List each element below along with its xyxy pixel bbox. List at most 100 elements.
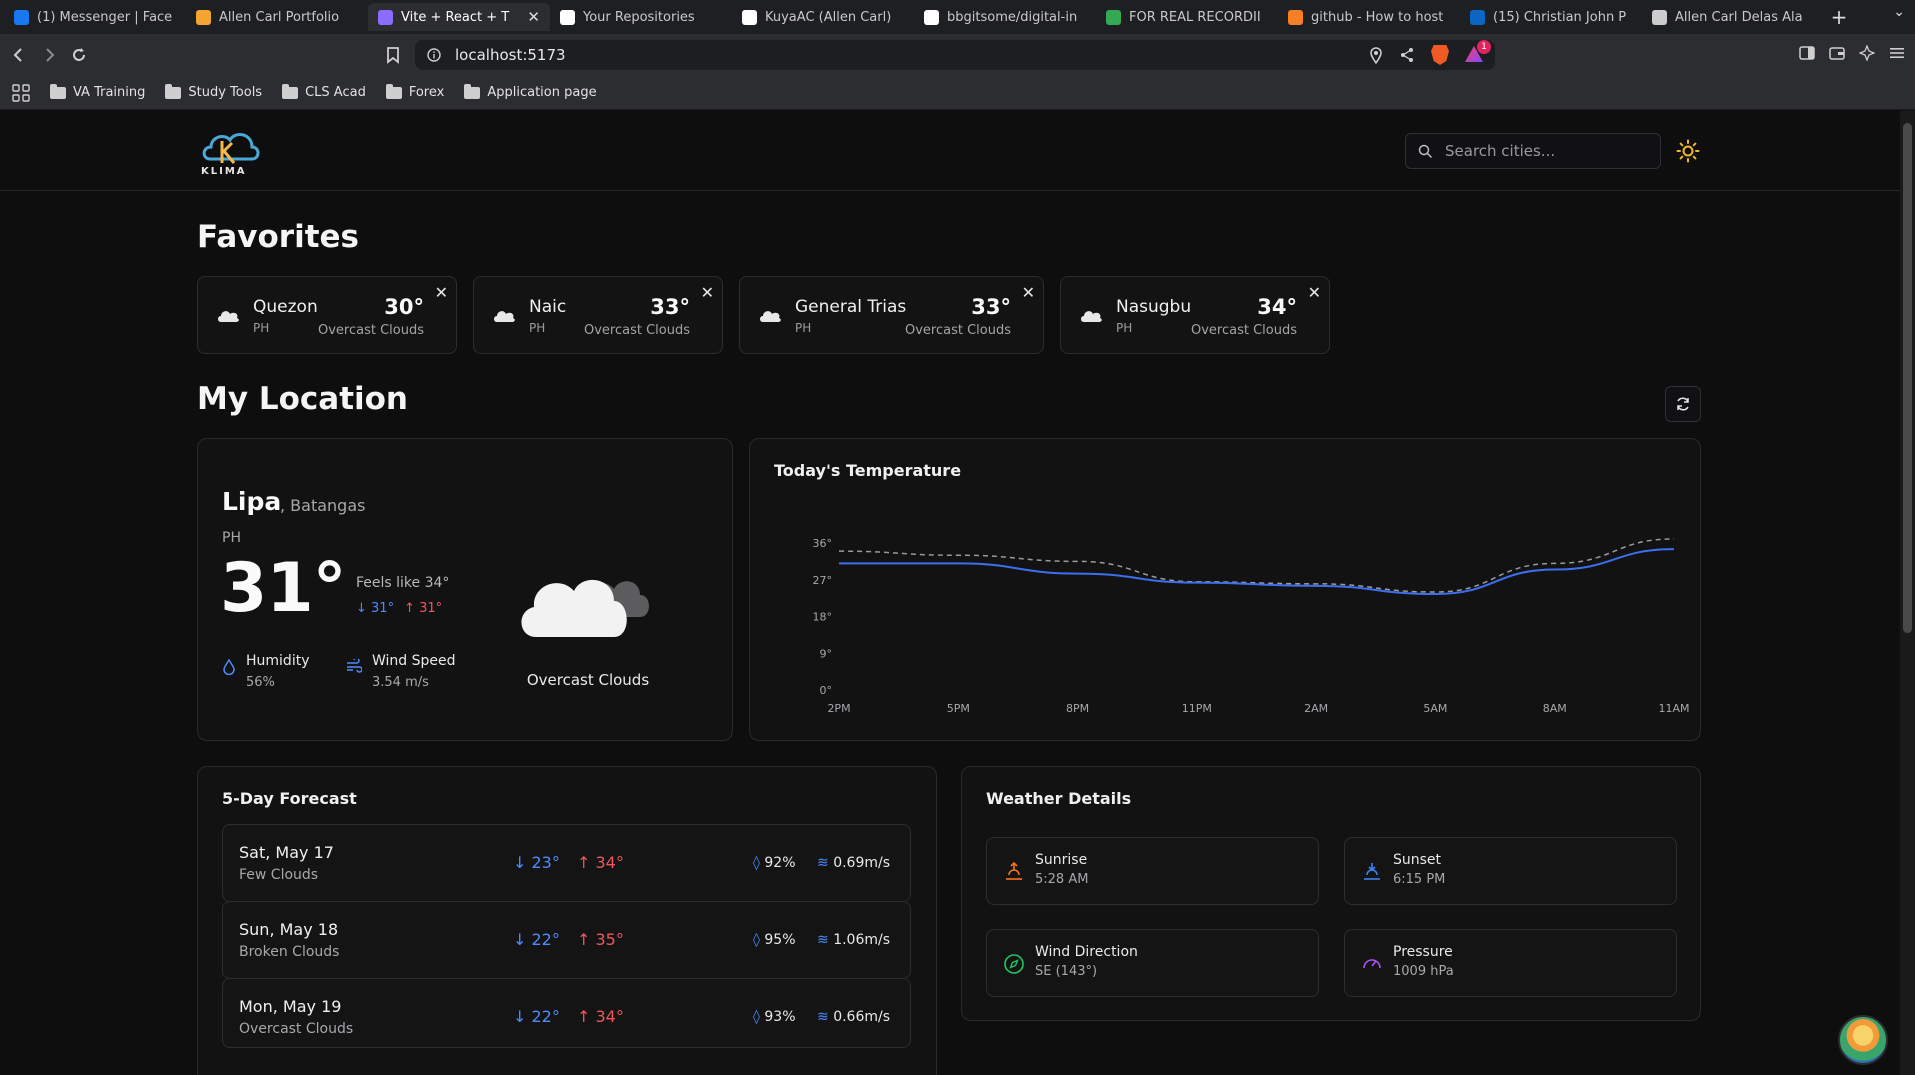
folder-icon <box>50 83 66 99</box>
address-bar-actions: 1 <box>1369 40 1491 65</box>
compass-icon <box>1004 954 1024 974</box>
apps-grid-icon[interactable] <box>12 83 30 102</box>
tab-title: KuyaAC (Allen Carl) <box>765 9 892 25</box>
favorite-card-general-trias[interactable]: General Trias PH 33° Overcast Clouds ✕ <box>739 276 1044 354</box>
remove-favorite-close-icon[interactable]: ✕ <box>435 283 448 302</box>
bookmark-folder-forex[interactable]: Forex <box>378 81 453 104</box>
bookmark-page-button[interactable] <box>378 40 408 70</box>
floating-avatar-button[interactable] <box>1838 1015 1888 1065</box>
humidity-droplet-icon <box>223 659 235 675</box>
city-search-input[interactable]: Search cities... <box>1405 133 1661 169</box>
share-icon[interactable] <box>1399 47 1415 63</box>
browser-tab[interactable]: Your Repositories <box>550 3 732 31</box>
forward-arrow-icon <box>46 48 55 62</box>
folder-icon <box>165 83 182 99</box>
weather-app: KLIMA Search cities... Favorites Quezon … <box>0 111 1900 1075</box>
search-placeholder: Search cities... <box>1445 142 1556 160</box>
weather-details-card: Weather Details Sunrise 5:28 AM Sunset 6:15… <box>961 766 1701 1021</box>
wallet-icon[interactable] <box>1829 45 1845 61</box>
url-text[interactable]: localhost:5173 <box>455 46 566 64</box>
new-tab-button[interactable]: + <box>1824 3 1854 31</box>
favorite-temp: 30° <box>384 295 424 319</box>
x-tick-label: 5PM <box>947 702 970 715</box>
humidity-label: Humidity <box>246 653 310 669</box>
bookmark-folder-cls-acad[interactable]: CLS Acad <box>274 81 374 104</box>
forecast-desc: Few Clouds <box>239 867 319 883</box>
browser-tab[interactable]: bbgitsome/digital-in <box>914 3 1096 31</box>
favorite-card-nasugbu[interactable]: Nasugbu PH 34° Overcast Clouds ✕ <box>1060 276 1330 354</box>
favorite-card-naic[interactable]: Naic PH 33° Overcast Clouds ✕ <box>473 276 723 354</box>
logo-text: KLIMA <box>201 166 247 177</box>
forward-button[interactable] <box>34 40 64 70</box>
detail-label: Sunset <box>1393 852 1442 868</box>
weather-detail-wind-direction: Wind Direction SE (143°) <box>986 929 1319 997</box>
sunset-icon <box>1364 863 1380 880</box>
bookmark-label: Study Tools <box>188 85 263 100</box>
browser-tab[interactable]: Allen Carl Portfolio <box>186 3 368 31</box>
vite-icon <box>378 9 393 25</box>
tab-title: bbgitsome/digital-in <box>947 9 1078 25</box>
forecast-min-temp: ↓ 23° <box>513 853 560 872</box>
stackoverflow-icon <box>1288 9 1303 25</box>
cloud-icon <box>1081 311 1102 322</box>
browser-tab[interactable]: Vite + React + T ✕ <box>368 3 550 31</box>
site-info-icon[interactable] <box>427 48 441 62</box>
gauge-icon <box>1363 959 1381 969</box>
detail-value: 6:15 PM <box>1393 872 1446 887</box>
cloud-icon <box>218 311 239 322</box>
browser-tab[interactable]: (1) Messenger | Face <box>4 3 186 31</box>
browser-tab[interactable]: Allen Carl Delas Ala <box>1642 3 1824 31</box>
favorite-card-quezon[interactable]: Quezon PH 30° Overcast Clouds ✕ <box>197 276 457 354</box>
detail-label: Pressure <box>1393 944 1453 960</box>
leo-ai-icon[interactable] <box>1859 45 1875 61</box>
bookmark-folder-study-tools[interactable]: Study Tools <box>157 81 270 104</box>
facebook-icon <box>14 9 29 25</box>
location-pin-icon[interactable] <box>1369 46 1383 64</box>
browser-tab[interactable]: FOR REAL RECORDII <box>1096 3 1278 31</box>
forecast-humidity: ◊ 95% <box>753 932 796 948</box>
reload-button[interactable] <box>64 40 94 70</box>
bookmark-folder-va-training[interactable]: VA Training <box>42 81 153 104</box>
hamburger-menu-icon[interactable] <box>1889 45 1905 61</box>
globe-icon <box>1652 9 1667 25</box>
address-bar[interactable]: localhost:5173 1 <box>415 40 1495 70</box>
forecast-min-temp: ↓ 22° <box>513 1007 560 1026</box>
page-scrollbar[interactable] <box>1900 111 1915 1075</box>
back-button[interactable] <box>4 40 34 70</box>
tab-search-chevron-icon[interactable]: ⌄ <box>1893 4 1905 20</box>
refresh-location-button[interactable] <box>1665 386 1701 422</box>
remove-favorite-close-icon[interactable]: ✕ <box>1308 283 1321 302</box>
forecast-day: Sat, May 17 <box>239 843 334 862</box>
theme-toggle-button[interactable] <box>1675 138 1701 164</box>
humidity-droplet-icon: ◊ <box>753 932 760 948</box>
remove-favorite-close-icon[interactable]: ✕ <box>701 283 714 302</box>
brave-rewards-icon[interactable]: 1 <box>1465 40 1491 64</box>
forecast-heading: 5-Day Forecast <box>222 789 357 808</box>
sidebar-toggle-icon[interactable] <box>1799 45 1815 61</box>
scrollbar-thumb[interactable] <box>1903 123 1912 633</box>
browser-tab[interactable]: KuyaAC (Allen Carl) <box>732 3 914 31</box>
forecast-row: Mon, May 19 Overcast Clouds ↓ 22° ↑ 34° ◊ 93… <box>222 978 911 1048</box>
humidity-stat: Humidity 56% <box>222 653 309 690</box>
humidity-value: 56% <box>246 675 275 690</box>
remove-favorite-close-icon[interactable]: ✕ <box>1022 283 1035 302</box>
brave-shields-icon[interactable] <box>1431 45 1449 65</box>
forecast-row: Sat, May 17 Few Clouds ↓ 23° ↑ 34° ◊ 92% ≋ 0.… <box>222 824 911 902</box>
x-tick-label: 8PM <box>1066 702 1089 715</box>
wind-icon: ≋ <box>817 932 829 948</box>
close-tab-icon[interactable]: ✕ <box>527 8 540 26</box>
forecast-max-temp: ↑ 35° <box>577 930 624 949</box>
browser-tab[interactable]: github - How to host <box>1278 3 1460 31</box>
humidity-droplet-icon: ◊ <box>753 855 760 871</box>
search-icon <box>1418 144 1433 158</box>
reload-icon <box>73 48 85 61</box>
tab-title: github - How to host <box>1311 9 1444 25</box>
portfolio-icon <box>196 9 211 25</box>
temperature-line-chart: 0° 9° 18° 27° 36° 2PM 5PM 8PM 11PM 2AM 5AM 8AM 11AM <box>813 537 1690 715</box>
bookmark-folder-application-page[interactable]: Application page <box>456 81 604 104</box>
forecast-row: Sun, May 18 Broken Clouds ↓ 22° ↑ 35° ◊ 95% ≋… <box>222 901 911 979</box>
linkedin-icon <box>1470 9 1485 25</box>
browser-tab[interactable]: (15) Christian John P <box>1460 3 1642 31</box>
favorite-city: Quezon <box>253 297 318 317</box>
x-tick-label: 2PM <box>827 702 850 715</box>
